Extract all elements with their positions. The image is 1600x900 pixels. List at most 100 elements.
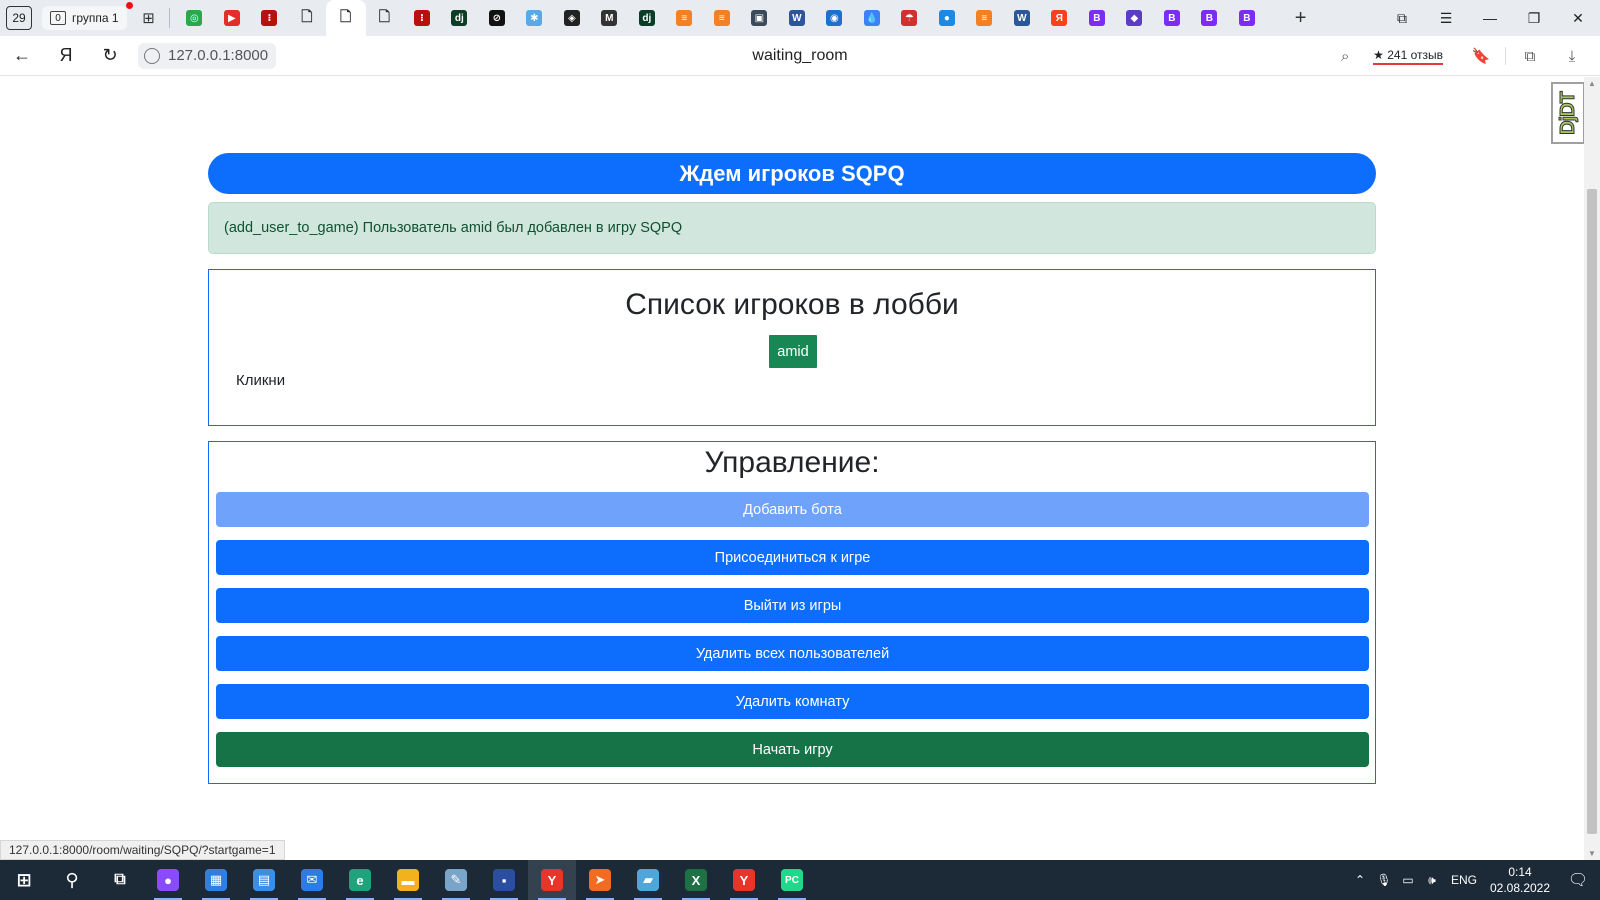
tab-counter[interactable]: 29 [6,6,32,30]
task-view-button[interactable]: ⧉ [96,860,144,900]
scroll-down-icon[interactable]: ▼ [1584,849,1600,858]
browser-tab[interactable]: 🗋 [325,0,366,36]
notifications-icon[interactable]: 🗨 [1556,870,1600,890]
taskbar-app[interactable]: Y [720,860,768,900]
delete-all-users-button[interactable]: Удалить всех пользователей [216,636,1369,671]
yandex-home-button[interactable]: Я [44,36,88,76]
link-status-bar: 127.0.0.1:8000/room/waiting/SQPQ/?startg… [0,840,285,860]
bootstrap-icon: B [1201,10,1218,26]
browser-tab[interactable]: 💧 [853,0,891,36]
taskbar-app[interactable]: ▤ [240,860,288,900]
taskbar-app[interactable]: ● [144,860,192,900]
bookmark-icon[interactable]: 🔖 [1463,47,1499,65]
drop-dark-icon: ● [938,10,955,26]
browser-tab[interactable]: ▶ [213,0,251,36]
browser-tab[interactable]: ◆ [1116,0,1154,36]
search-icon: ⚲ [65,869,79,890]
leave-game-button[interactable]: Выйти из игры [216,588,1369,623]
control-panel: Управление: Добавить бота Присоединиться… [208,441,1376,784]
green-circle-icon: ◎ [186,10,203,26]
taskbar-apps: ● ▦ ▤ ✉ e ▬ ✎ ▪ Y ➤ ▰ X Y PC [144,860,816,900]
browser-tab[interactable]: B [1078,0,1116,36]
tray-overflow-icon[interactable]: ⌃ [1348,873,1372,887]
browser-tab[interactable]: ● [928,0,966,36]
browser-tab[interactable]: ✱ [516,0,554,36]
back-button[interactable]: ← [0,36,44,76]
browser-tab[interactable]: M [591,0,629,36]
browser-tab[interactable]: B [1228,0,1266,36]
browser-tab[interactable]: ⁝ [403,0,441,36]
site-info-icon[interactable] [144,47,160,64]
browser-tab[interactable]: ≡ [966,0,1004,36]
browser-tab[interactable]: dj [441,0,479,36]
taskbar-app[interactable]: ▪ [480,860,528,900]
outlook-icon: ◉ [826,10,843,26]
taskbar-app[interactable]: ▦ [192,860,240,900]
browser-tab[interactable]: W [778,0,816,36]
word-icon: W [1013,10,1030,26]
tab-group-label: группа 1 [72,11,119,25]
control-panel-icon: ▤ [253,869,275,891]
add-bot-button[interactable]: Добавить бота [216,492,1369,527]
menu-icon[interactable]: ☰ [1424,10,1468,27]
tabs-overview-icon[interactable]: ⧉ [1380,10,1424,27]
display-icon[interactable]: ▭ [1396,873,1420,887]
search-button[interactable]: ⚲ [48,860,96,900]
paint-icon: ✎ [445,869,467,891]
browser-tab[interactable]: ◈ [553,0,591,36]
start-button[interactable]: ⊞ [0,860,48,900]
browser-tab[interactable]: 🗋 [366,0,404,36]
page-scrollbar[interactable]: ▲ ▼ [1584,77,1600,860]
bootstrap-icon: B [1238,10,1255,26]
collections-icon[interactable]: ⧉ [1512,48,1548,65]
start-game-button[interactable]: Начать игру [216,732,1369,767]
reload-button[interactable]: ↻ [88,36,132,76]
taskbar-app[interactable]: PC [768,860,816,900]
browser-tab[interactable]: W [1003,0,1041,36]
taskbar-app[interactable]: e [336,860,384,900]
browser-tab[interactable]: ▣ [741,0,779,36]
url-field[interactable]: 127.0.0.1:8000 [138,42,277,69]
browser-tab[interactable]: B [1191,0,1229,36]
new-tab-button[interactable]: + [1286,3,1316,33]
taskbar-app[interactable]: ✉ [288,860,336,900]
new-tab-group-icon[interactable]: ⊞ [135,6,163,30]
browser-tab[interactable]: ⊘ [478,0,516,36]
download-icon[interactable]: ⤓ [1554,48,1590,65]
browser-tab[interactable]: 🗋 [288,0,326,36]
browser-tab[interactable]: dj [628,0,666,36]
browser-tab[interactable]: Я [1041,0,1079,36]
success-alert: (add_user_to_game) Пользователь amid был… [208,202,1376,254]
player-badge[interactable]: amid [769,335,817,368]
browser-tab[interactable]: ⁝ [251,0,289,36]
clock[interactable]: 0:14 02.08.2022 [1484,864,1556,896]
taskbar-app[interactable]: ▰ [624,860,672,900]
restore-button[interactable]: ❐ [1512,10,1556,27]
close-window-button[interactable]: ✕ [1556,10,1600,27]
microphone-icon[interactable]: 🎙 [1372,873,1396,887]
taskbar-app[interactable]: X [672,860,720,900]
browser-tab[interactable]: ☂ [891,0,929,36]
site-rating[interactable]: ★ 241 отзыв [1373,48,1443,65]
browser-tab[interactable]: ≡ [666,0,704,36]
scrollbar-thumb[interactable] [1587,189,1597,834]
django-debug-toolbar-handle[interactable]: DjDT [1551,82,1585,144]
browser-tab[interactable]: ◎ [176,0,214,36]
window-controls: ⧉ ☰ — ❐ ✕ [1380,0,1600,36]
scroll-up-icon[interactable]: ▲ [1584,79,1600,88]
taskbar-app[interactable]: ➤ [576,860,624,900]
minimize-button[interactable]: — [1468,10,1512,26]
taskbar-app[interactable]: Y [528,860,576,900]
language-indicator[interactable]: ENG [1444,873,1484,887]
browser-tab[interactable]: B [1153,0,1191,36]
browser-tab[interactable]: ≡ [703,0,741,36]
edge-icon: e [349,869,371,891]
reader-icon[interactable]: ⌕ [1327,48,1363,65]
taskbar-app[interactable]: ✎ [432,860,480,900]
volume-icon[interactable]: 🕪 [1420,873,1444,888]
delete-room-button[interactable]: Удалить комнату [216,684,1369,719]
browser-tab[interactable]: ◉ [816,0,854,36]
taskbar-app[interactable]: ▬ [384,860,432,900]
join-game-button[interactable]: Присоединиться к игре [216,540,1369,575]
tab-group-chip[interactable]: 0 группа 1 [42,2,133,30]
